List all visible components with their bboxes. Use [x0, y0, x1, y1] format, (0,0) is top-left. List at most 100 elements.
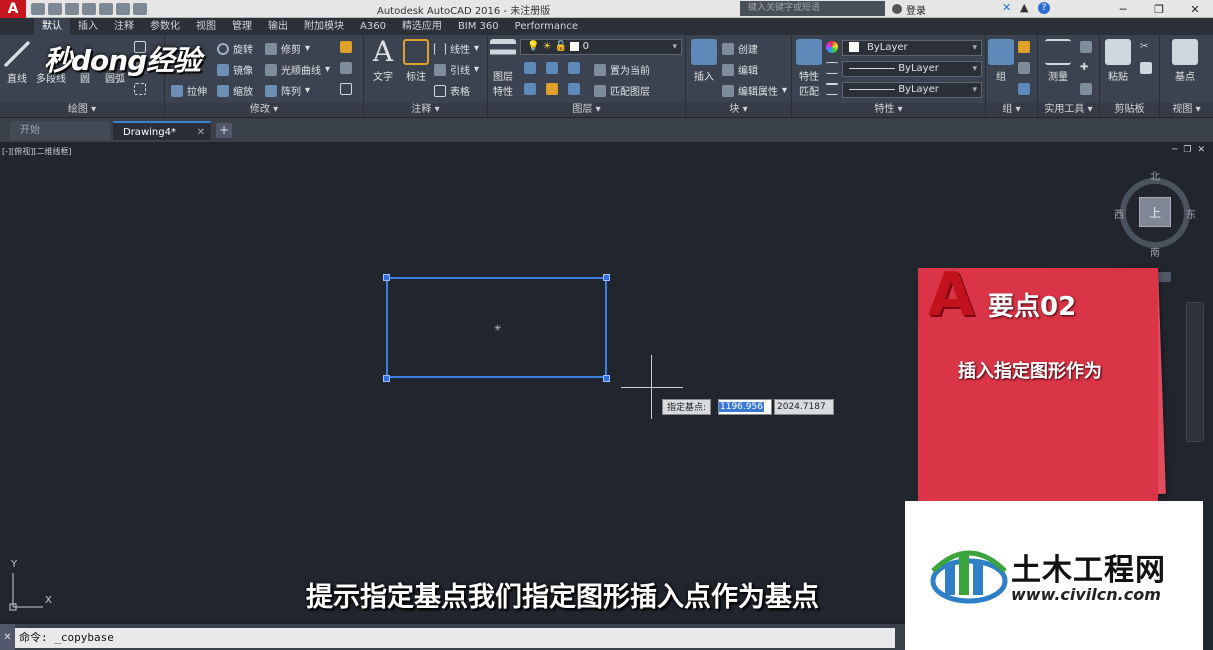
app-menu-button[interactable]: A	[0, 0, 26, 18]
viewport-label[interactable]: [-][俯视][二维线框]	[2, 146, 72, 157]
group-button[interactable]: 组	[988, 39, 1014, 83]
edit-attributes-button[interactable]: 编辑属性 ▾	[722, 83, 787, 98]
quick-select-button[interactable]	[1080, 41, 1092, 53]
mirror-button[interactable]: 镜像	[217, 62, 253, 77]
new-tab-button[interactable]: +	[216, 123, 232, 138]
command-input[interactable]: 命令: _copybase	[15, 628, 895, 648]
viewcube[interactable]: 上 北 南 西 东	[1114, 168, 1196, 259]
ungroup-button[interactable]	[1018, 41, 1030, 53]
tab-addins[interactable]: 附加模块	[296, 18, 352, 35]
scale-button[interactable]: 缩放	[217, 83, 253, 98]
group-edit-button[interactable]	[1018, 62, 1030, 74]
explode-button[interactable]	[340, 62, 352, 74]
edit-block-button[interactable]: 编辑	[722, 62, 758, 77]
text-button[interactable]: A 文字	[368, 38, 398, 84]
line-button[interactable]: 直线	[2, 41, 32, 85]
tab-performance[interactable]: Performance	[507, 18, 586, 35]
calculator-button[interactable]	[1080, 83, 1092, 95]
tab-bim360[interactable]: BIM 360	[450, 18, 507, 35]
layer-tool-2[interactable]	[546, 62, 558, 74]
viewcube-face-top[interactable]: 上	[1139, 197, 1171, 227]
navigation-bar[interactable]	[1186, 302, 1204, 442]
grip-top-left[interactable]	[383, 274, 390, 281]
lineweight-select[interactable]: ByLayer	[842, 82, 982, 98]
tab-manage[interactable]: 管理	[224, 18, 260, 35]
dimension-button[interactable]: 标注	[400, 39, 432, 83]
paste-button[interactable]: 粘贴	[1104, 39, 1132, 83]
save-icon[interactable]	[65, 2, 79, 15]
base-view-button[interactable]: 基点	[1170, 39, 1200, 83]
undo-icon[interactable]	[116, 2, 130, 15]
save-as-icon[interactable]	[82, 2, 96, 15]
create-block-button[interactable]: 创建	[722, 41, 758, 56]
tab-default[interactable]: 默认	[34, 18, 70, 35]
tab-view[interactable]: 视图	[188, 18, 224, 35]
compass-south[interactable]: 南	[1150, 244, 1160, 259]
boundary-button[interactable]	[134, 83, 146, 95]
panel-layers-title[interactable]: 图层 ▾	[488, 103, 685, 117]
tab-start[interactable]: 开始	[10, 121, 110, 140]
panel-modify-title[interactable]: 修改 ▾	[165, 103, 363, 117]
table-button[interactable]: 表格	[434, 83, 470, 98]
panel-annotation-title[interactable]: 注释 ▾	[364, 103, 487, 117]
restore-viewport-icon[interactable]: ❐	[1183, 145, 1191, 155]
set-current-button[interactable]: 置为当前	[594, 62, 650, 77]
a360-icon[interactable]: ▲	[1020, 2, 1032, 14]
offset-button[interactable]	[340, 83, 352, 95]
open-icon[interactable]	[48, 2, 62, 15]
panel-view-title[interactable]: 视图 ▾	[1160, 103, 1213, 117]
maximize-button[interactable]: ❐	[1141, 0, 1177, 18]
insert-button[interactable]: 插入	[690, 39, 718, 83]
layer-tool-5[interactable]	[546, 83, 558, 95]
color-select[interactable]: ByLayer	[842, 40, 982, 56]
panel-utilities-title[interactable]: 实用工具 ▾	[1038, 103, 1099, 117]
copy-clip-button[interactable]	[1140, 62, 1152, 74]
plot-icon[interactable]	[99, 2, 113, 15]
exchange-icon[interactable]: ✕	[1002, 2, 1014, 14]
grip-bottom-left[interactable]	[383, 375, 390, 382]
linetype-select[interactable]: ByLayer	[842, 61, 982, 77]
grip-bottom-right[interactable]	[603, 375, 610, 382]
panel-block-title[interactable]: 块 ▾	[686, 103, 791, 117]
array-button[interactable]: 阵列 ▾	[265, 83, 310, 98]
layer-tool-3[interactable]	[568, 62, 580, 74]
dynamic-input-x[interactable]: 1196.956	[718, 399, 772, 415]
trim-button[interactable]: 修剪 ▾	[265, 41, 310, 56]
close-button[interactable]: ✕	[1177, 0, 1213, 18]
help-icon[interactable]: ?	[1038, 2, 1050, 14]
match-properties-button[interactable]: 特性 匹配	[794, 39, 824, 98]
layer-tool-1[interactable]	[524, 62, 536, 74]
search-input[interactable]: 键入关键字或短语	[740, 1, 885, 16]
fillet-button[interactable]: 光顺曲线 ▾	[265, 62, 330, 77]
panel-clipboard-title[interactable]: 剪贴板	[1100, 103, 1159, 117]
group-select-button[interactable]	[1018, 83, 1030, 95]
tab-drawing[interactable]: Drawing4* ✕	[113, 121, 211, 140]
tab-insert[interactable]: 插入	[70, 18, 106, 35]
tab-a360[interactable]: A360	[352, 18, 394, 35]
stretch-button[interactable]: 拉伸	[171, 83, 207, 98]
erase-button[interactable]	[340, 41, 352, 53]
leader-button[interactable]: 引线 ▾	[434, 62, 479, 77]
compass-east[interactable]: 东	[1186, 206, 1196, 221]
compass-west[interactable]: 西	[1114, 206, 1124, 221]
layer-properties-button[interactable]: 图层 特性	[490, 39, 516, 98]
layer-tool-4[interactable]	[524, 83, 536, 95]
grip-top-right[interactable]	[603, 274, 610, 281]
tab-featured-apps[interactable]: 精选应用	[394, 18, 450, 35]
compass-north[interactable]: 北	[1150, 168, 1160, 183]
linear-button[interactable]: 线性 ▾	[434, 41, 479, 56]
minimize-button[interactable]: ─	[1105, 0, 1141, 18]
panel-groups-title[interactable]: 组 ▾	[986, 103, 1037, 117]
layer-tool-6[interactable]	[568, 83, 580, 95]
dynamic-input-y[interactable]: 2024.7187	[774, 399, 834, 415]
close-viewport-icon[interactable]: ✕	[1197, 145, 1205, 155]
close-command-line-icon[interactable]: ✕	[0, 624, 15, 650]
layer-select[interactable]: 💡 ☀ 🔓 0	[520, 39, 682, 55]
minimize-viewport-icon[interactable]: ─	[1172, 145, 1177, 155]
new-icon[interactable]	[31, 2, 45, 15]
cut-button[interactable]: ✂	[1140, 41, 1152, 53]
panel-draw-title[interactable]: 绘图 ▾	[0, 103, 164, 117]
measure-button[interactable]: 测量	[1042, 39, 1074, 83]
point-button[interactable]: ✚	[1080, 62, 1092, 74]
redo-icon[interactable]	[133, 2, 147, 15]
